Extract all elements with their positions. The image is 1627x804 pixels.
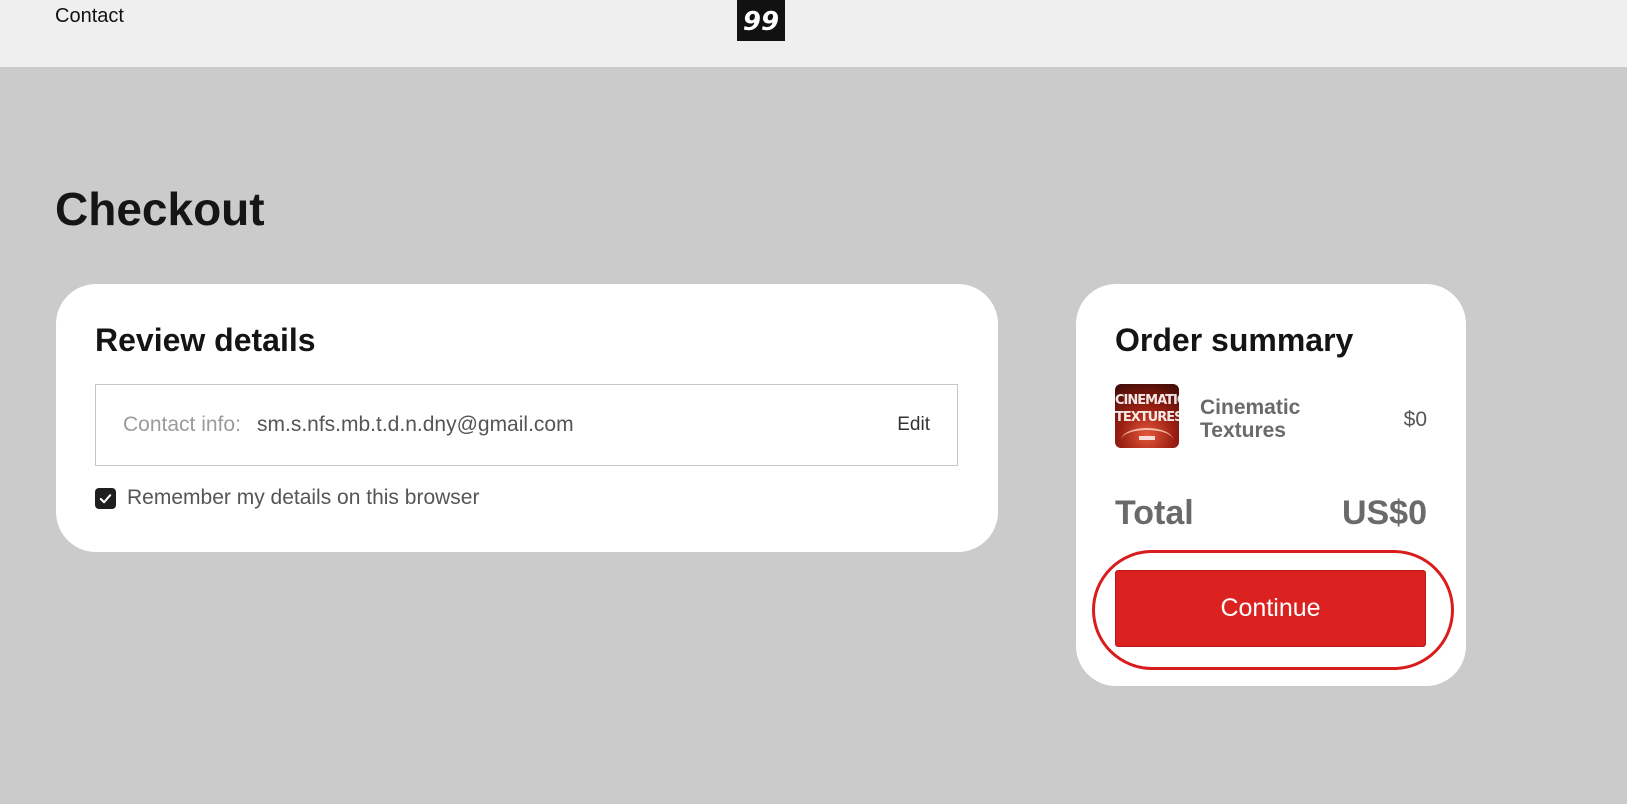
review-details-card: Review details Contact info: sm.s.nfs.mb… bbox=[56, 284, 998, 552]
logo[interactable]: 99 bbox=[737, 0, 785, 41]
top-header: Contact 99 bbox=[0, 0, 1627, 67]
product-thumbnail: CINEMATIC TEXTURES bbox=[1115, 384, 1179, 448]
contact-email-value: sm.s.nfs.mb.t.d.n.dny@gmail.com bbox=[257, 413, 574, 436]
review-details-title: Review details bbox=[95, 322, 316, 358]
remember-details-label[interactable]: Remember my details on this browser bbox=[127, 486, 479, 510]
total-label: Total bbox=[1115, 494, 1194, 532]
product-name: Cinematic Textures bbox=[1200, 396, 1301, 442]
contact-info-label: Contact info: bbox=[123, 413, 241, 436]
logo-99-icon: 99 bbox=[743, 7, 779, 37]
order-summary-card: Order summary CINEMATIC TEXTURES Cinemat… bbox=[1076, 284, 1466, 686]
page-title: Checkout bbox=[55, 183, 265, 235]
contact-info-box: Contact info: sm.s.nfs.mb.t.d.n.dny@gmai… bbox=[95, 384, 958, 466]
checkmark-icon bbox=[99, 493, 112, 503]
remember-details-checkbox[interactable] bbox=[95, 487, 116, 509]
remember-details-row[interactable]: Remember my details on this browser bbox=[95, 486, 479, 510]
product-thumbnail-text: CINEMATIC TEXTURES bbox=[1115, 393, 1179, 425]
nav-contact-link[interactable]: Contact bbox=[55, 5, 124, 28]
edit-contact-button[interactable]: Edit bbox=[897, 414, 930, 436]
thumbnail-logo-mark bbox=[1139, 436, 1155, 440]
order-summary-title: Order summary bbox=[1115, 322, 1354, 358]
product-price: $0 bbox=[1403, 408, 1427, 431]
svg-text:99: 99 bbox=[743, 7, 779, 37]
continue-button[interactable]: Continue bbox=[1115, 570, 1426, 647]
total-value: US$0 bbox=[1341, 494, 1427, 532]
